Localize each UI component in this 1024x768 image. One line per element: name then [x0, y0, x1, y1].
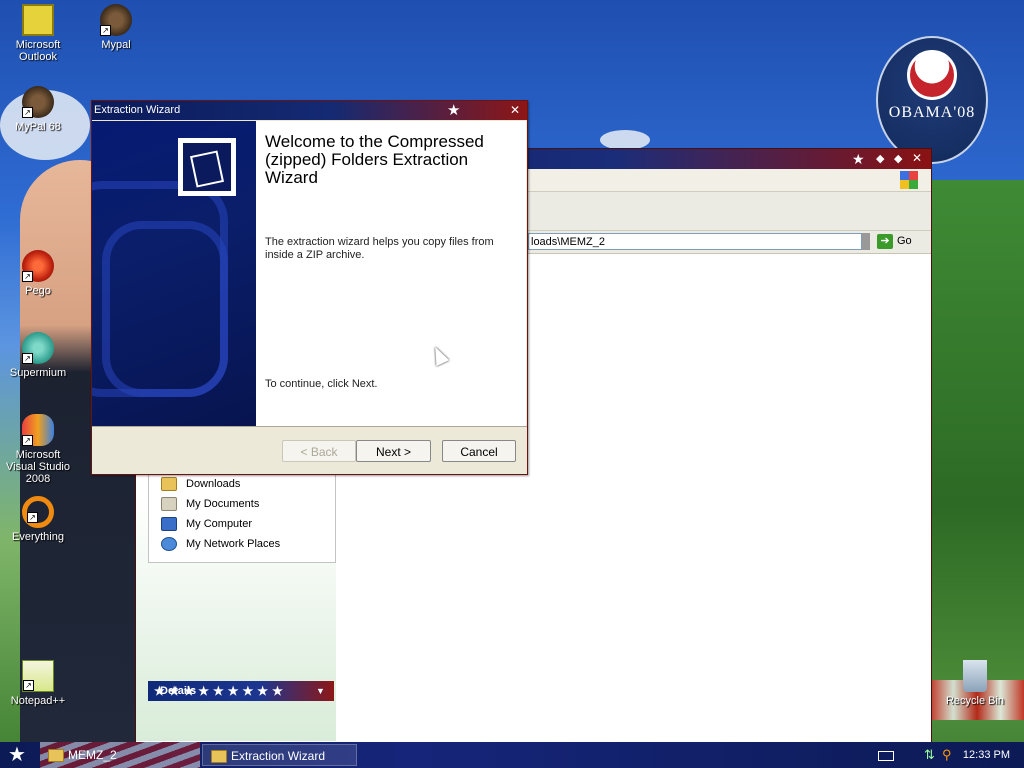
system-tray: ⇅ ⚲ 12:33 PM	[872, 744, 1022, 766]
desktop-icon-label: Microsoft Outlook	[15, 39, 61, 63]
desktop-icon-label: Supermium	[9, 367, 67, 379]
go-button[interactable]: ➔ Go	[877, 233, 923, 250]
desktop-icon-label: Notepad++	[10, 695, 66, 707]
task-label: My Network Places	[186, 538, 281, 550]
computer-icon	[161, 517, 177, 532]
supermium-icon: ↗	[22, 332, 54, 364]
campaign-logo-icon	[907, 50, 957, 100]
pego-icon: ↗	[22, 250, 54, 282]
wallpaper-trees	[930, 180, 1024, 720]
zip-folder-icon	[178, 138, 236, 196]
folder-graphic	[183, 143, 231, 191]
wizard-content: Welcome to the Compressed (zipped) Folde…	[256, 121, 526, 426]
network-tray-icon[interactable]: ⇅	[924, 744, 935, 766]
go-label: Go	[897, 235, 912, 247]
shortcut-arrow-icon: ↗	[22, 353, 33, 364]
desktop-icon-label: Everything	[12, 531, 64, 543]
next-button[interactable]: Next >	[356, 440, 431, 462]
shortcut-arrow-icon: ↗	[23, 680, 34, 691]
desktop-icon-supermium[interactable]: ↗ Supermium	[0, 332, 76, 379]
notepad-plus-plus-icon: ↗	[22, 660, 54, 692]
desktop-icon-mypal[interactable]: ↗ Mypal	[78, 4, 154, 51]
minimize-button[interactable]: ◆	[876, 152, 884, 165]
taskbar-item-label: MEMZ_2	[68, 748, 117, 762]
shortcut-arrow-icon: ↗	[27, 512, 38, 523]
folder-icon	[48, 749, 64, 762]
shortcut-arrow-icon: ↗	[22, 271, 33, 282]
details-panel-header[interactable]: ★★★★★★★★★ Details ▼	[148, 681, 334, 701]
task-item-my-documents[interactable]: My Documents	[149, 494, 335, 514]
task-item-downloads[interactable]: Downloads	[149, 474, 335, 494]
extraction-wizard-dialog[interactable]: Extraction Wizard ★ ✕ Welcome to the Com…	[91, 100, 528, 475]
desktop-icon-notepadpp[interactable]: ↗ Notepad++	[0, 660, 76, 707]
divider	[92, 426, 527, 427]
close-button[interactable]: ✕	[510, 101, 520, 120]
shortcut-arrow-icon: ↗	[22, 107, 33, 118]
wallpaper-cloud	[600, 130, 650, 150]
task-label: My Computer	[186, 518, 253, 530]
recycle-bin-icon	[963, 660, 987, 692]
wizard-continue-text: To continue, click Next.	[265, 378, 378, 390]
other-places-panel: Downloads My Documents My Computer My Ne…	[148, 473, 336, 563]
clock[interactable]: 12:33 PM	[963, 744, 1010, 766]
address-input[interactable]: loads\MEMZ_2	[528, 233, 862, 250]
cancel-button[interactable]: Cancel	[442, 440, 516, 462]
badge-text: OBAMA'08	[888, 104, 976, 121]
taskbar-item-extraction-wizard[interactable]: Extraction Wizard	[202, 744, 357, 766]
mypal68-icon: ↗	[22, 86, 54, 118]
mypal-icon: ↗	[100, 4, 132, 36]
start-button[interactable]: ★	[4, 744, 30, 766]
desktop-icon-label: MyPal 68	[15, 121, 61, 133]
desktop-icon-visual-studio[interactable]: ↗ Microsoft Visual Studio 2008	[0, 414, 76, 485]
visual-studio-icon: ↗	[22, 414, 54, 446]
desktop-icon-outlook[interactable]: Microsoft Outlook	[0, 4, 76, 63]
star-icon: ★	[852, 151, 865, 167]
banner-swirl	[102, 221, 228, 397]
search-icon[interactable]: ⚲	[942, 744, 952, 766]
folder-icon	[161, 477, 177, 492]
documents-icon	[161, 497, 177, 512]
desktop-icon-label: Pego	[25, 285, 51, 297]
desktop-icon-label: Mypal	[101, 39, 131, 51]
details-label: Details	[160, 685, 197, 697]
address-dropdown-button[interactable]	[862, 233, 870, 250]
wizard-heading: Welcome to the Compressed (zipped) Folde…	[265, 132, 484, 187]
shortcut-arrow-icon: ↗	[22, 435, 33, 446]
task-label: Downloads	[186, 478, 241, 490]
task-label: My Documents	[186, 498, 260, 510]
taskbar: ★ MEMZ_2 Extraction Wizard ⇅ ⚲ 12:33 PM	[0, 742, 1024, 768]
wizard-title: Extraction Wizard	[94, 104, 181, 116]
taskbar-item-label: Extraction Wizard	[231, 749, 326, 763]
desktop-icon-recycle-bin[interactable]: Recycle Bin	[937, 660, 1013, 707]
shortcut-arrow-icon: ↗	[100, 25, 111, 36]
star-icon: ★	[447, 102, 461, 119]
windows-logo-icon	[900, 171, 918, 189]
desktop-icon-label: Microsoft Visual Studio 2008	[5, 449, 70, 485]
task-item-my-computer[interactable]: My Computer	[149, 514, 335, 534]
chevron-down-icon[interactable]: ▼	[316, 681, 325, 701]
folder-icon	[211, 750, 227, 763]
wallpaper-badge: OBAMA'08	[876, 36, 988, 164]
go-arrow-icon: ➔	[877, 233, 893, 249]
everything-icon: ↗	[22, 496, 54, 528]
wizard-title-bar[interactable]: Extraction Wizard ★ ✕	[92, 101, 527, 120]
desktop-icon-mypal68[interactable]: ↗ MyPal 68	[0, 86, 76, 133]
desktop-icon-label: Recycle Bin	[945, 695, 1005, 707]
back-button[interactable]: < Back	[282, 440, 356, 462]
folder-outline	[189, 150, 225, 188]
desktop-icon-everything[interactable]: ↗ Everything	[0, 496, 76, 543]
desktop-icon-pego[interactable]: ↗ Pego	[0, 250, 76, 297]
maximize-button[interactable]: ◆	[894, 152, 902, 165]
taskbar-item-memz2[interactable]: MEMZ_2	[40, 744, 195, 766]
wizard-side-banner	[92, 121, 256, 426]
outlook-icon	[22, 4, 54, 36]
close-button[interactable]: ✕	[912, 151, 922, 165]
keyboard-icon[interactable]	[878, 751, 894, 761]
network-icon	[161, 537, 177, 552]
task-item-my-network-places[interactable]: My Network Places	[149, 534, 335, 554]
wizard-description: The extraction wizard helps you copy fil…	[265, 236, 494, 261]
